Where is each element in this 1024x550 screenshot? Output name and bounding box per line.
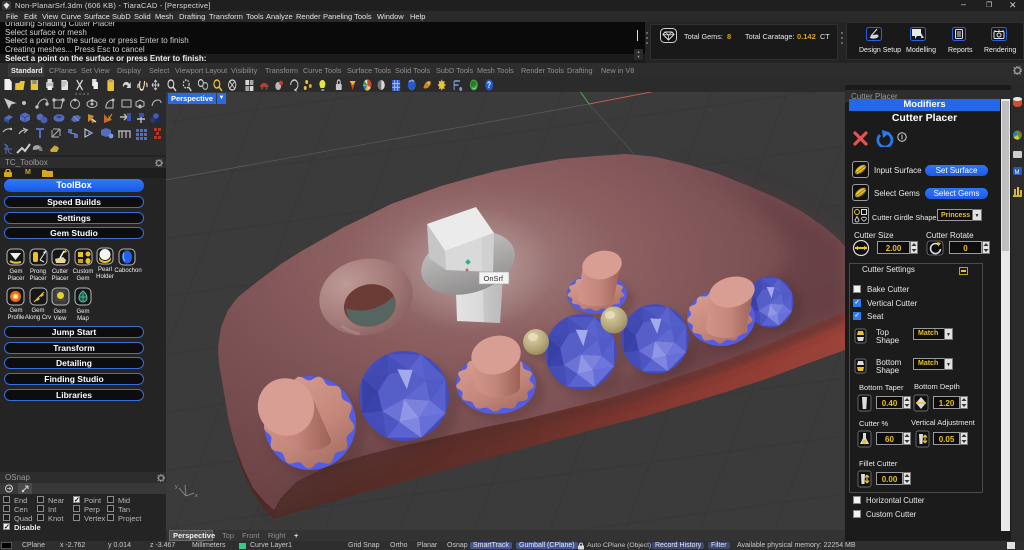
svg-text:Along Crv: Along Crv — [25, 315, 51, 321]
svg-text:Custom: Custom — [73, 269, 94, 275]
svg-text:Gem: Gem — [9, 308, 22, 314]
svg-text:Gem: Gem — [31, 308, 44, 314]
svg-text:Gem: Gem — [9, 269, 22, 275]
svg-text:Pearl: Pearl — [98, 267, 112, 273]
svg-text:Gem: Gem — [76, 309, 89, 315]
svg-text:Placer: Placer — [51, 276, 68, 282]
svg-text:y: y — [175, 484, 178, 490]
svg-text:View: View — [54, 316, 68, 322]
svg-text:Gem: Gem — [76, 276, 89, 282]
svg-text:?: ? — [487, 80, 491, 90]
svg-text:Cutter: Cutter — [52, 269, 68, 275]
svg-text:x: x — [195, 493, 198, 499]
svg-text:Placer: Placer — [7, 276, 24, 282]
svg-text:Placer: Placer — [29, 276, 46, 282]
svg-text:Cabochon: Cabochon — [114, 268, 141, 274]
svg-text:Profile: Profile — [7, 315, 25, 321]
svg-text:Map: Map — [77, 316, 89, 322]
svg-text:M: M — [1015, 170, 1020, 176]
svg-text:Gem: Gem — [53, 309, 66, 315]
svg-text:Holder: Holder — [96, 274, 114, 280]
svg-text:Prong: Prong — [30, 269, 46, 275]
svg-text:OnSrf: OnSrf — [484, 274, 505, 283]
